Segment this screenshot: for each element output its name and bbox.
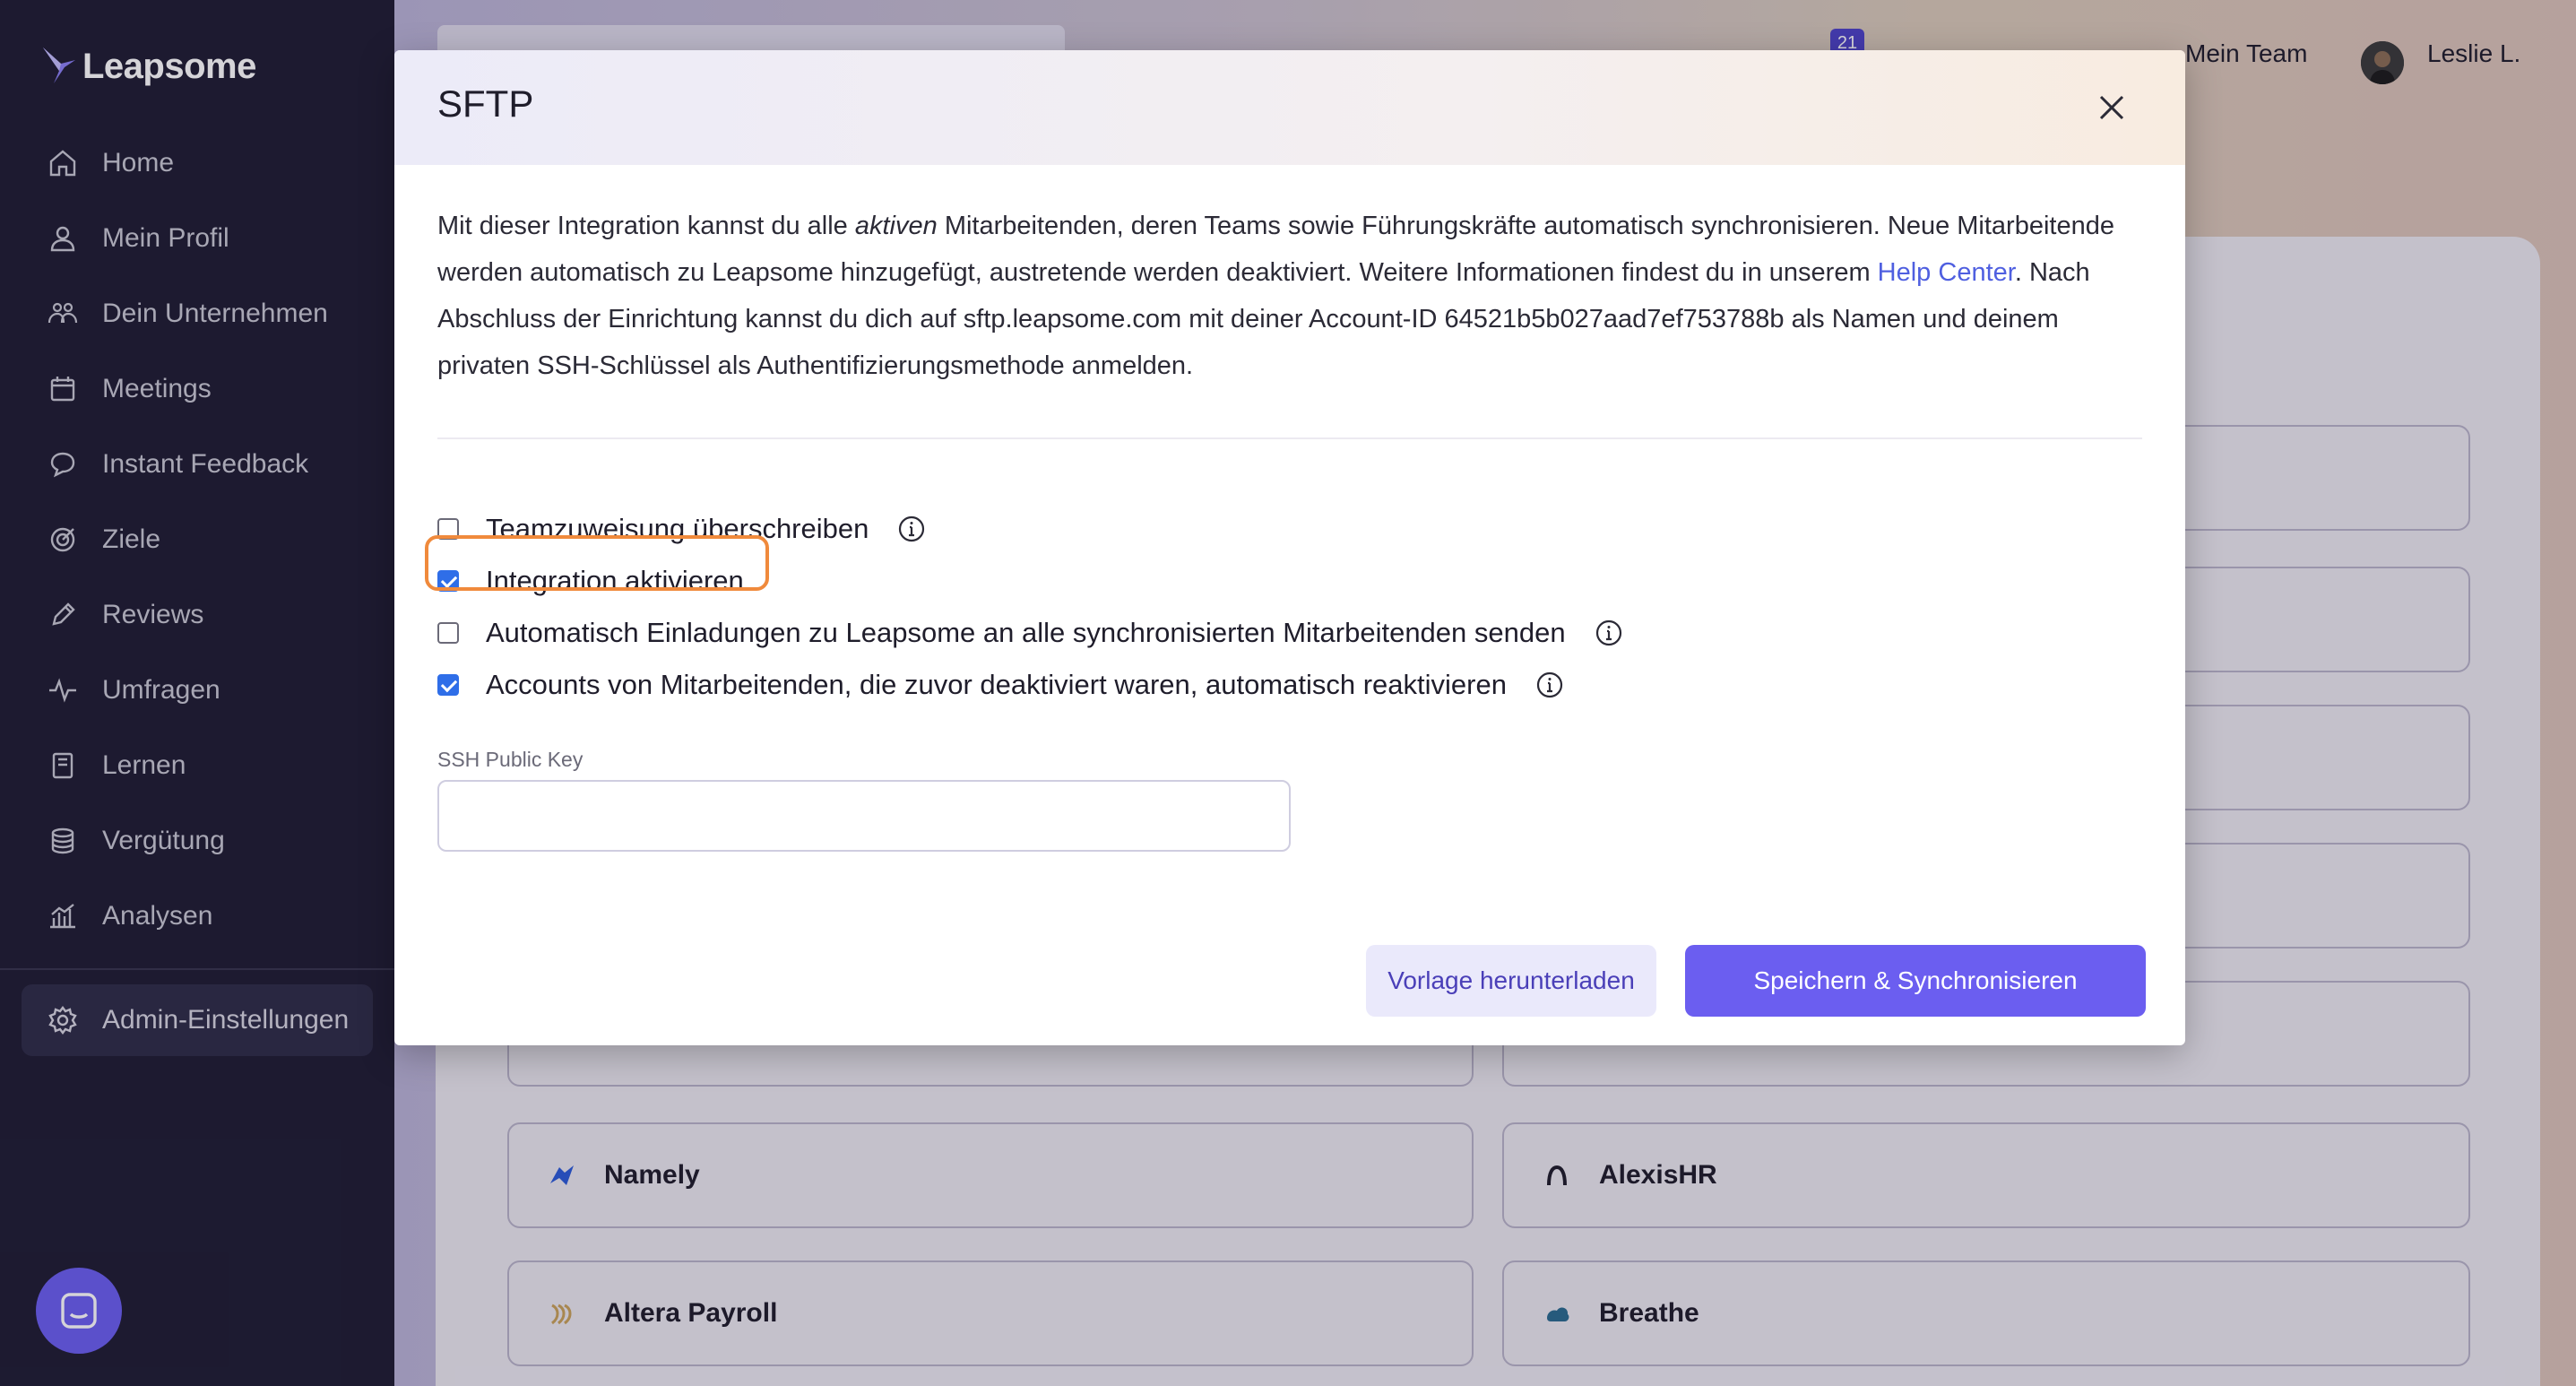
option-label[interactable]: Accounts von Mitarbeitenden, die zuvor d… — [486, 669, 1507, 701]
option-reaktivieren: Accounts von Mitarbeitenden, die zuvor d… — [437, 665, 1564, 705]
description-emphasis: aktiven — [854, 212, 938, 240]
help-center-link[interactable]: Help Center — [1878, 258, 2015, 287]
option-einladungen: Automatisch Einladungen zu Leapsome an a… — [437, 613, 1623, 653]
ssh-public-key-label: SSH Public Key — [437, 748, 583, 771]
info-icon[interactable] — [897, 515, 926, 543]
ssh-public-key-input[interactable] — [437, 780, 1291, 852]
einladungen-checkbox[interactable] — [437, 622, 459, 644]
modal-divider — [437, 437, 2142, 439]
option-label[interactable]: Automatisch Einladungen zu Leapsome an a… — [486, 617, 1566, 649]
description-text: Mit dieser Integration kannst du alle — [437, 212, 855, 240]
integration-description: Mit dieser Integration kannst du alle ak… — [437, 203, 2142, 389]
reaktivieren-checkbox[interactable] — [437, 674, 459, 696]
download-template-button[interactable]: Vorlage herunterladen — [1366, 945, 1656, 1017]
modal-title: SFTP — [437, 82, 534, 125]
modal-description: Mit dieser Integration kannst du alle ak… — [437, 203, 2142, 389]
save-sync-button[interactable]: Speichern & Synchronisieren — [1685, 945, 2146, 1017]
info-icon[interactable] — [1535, 671, 1564, 699]
info-icon[interactable] — [1595, 619, 1623, 647]
modal-header: SFTP — [394, 50, 2185, 165]
close-icon[interactable] — [2092, 88, 2131, 127]
sftp-modal: SFTP Mit dieser Integration kannst du al… — [394, 50, 2185, 1045]
highlight-box — [425, 535, 769, 591]
